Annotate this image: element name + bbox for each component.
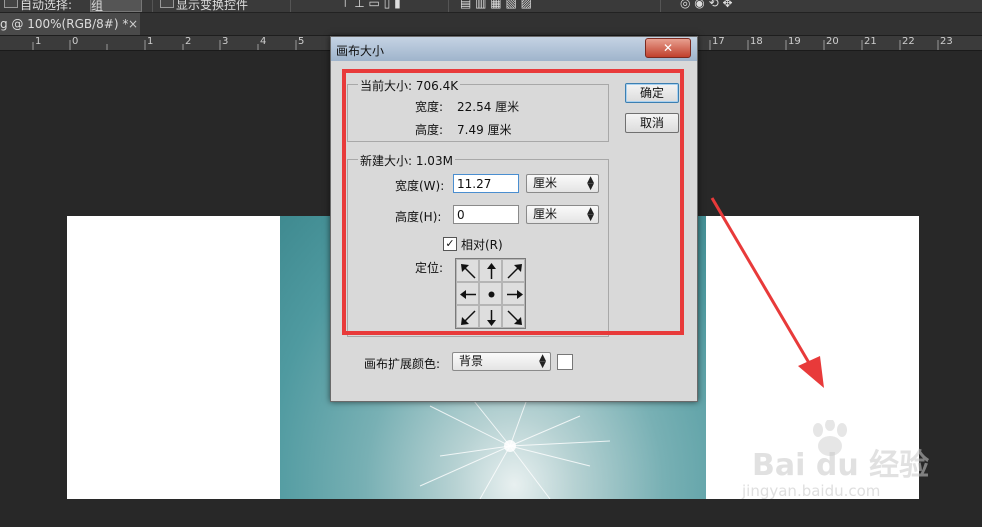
separator	[290, 0, 291, 12]
options-bar: 自动选择: 组 显示变换控件 ⊤ ⊥ ▭ ▯ ▮ ▤ ▥ ▦ ▧ ▨ ◎ ◉ ⟲…	[0, 0, 982, 13]
ruler-label: 0	[72, 36, 79, 47]
ruler-label: 1	[147, 36, 154, 47]
extension-color-value: 背景	[459, 354, 484, 368]
dialog-title: 画布大小	[336, 44, 385, 58]
ruler-label: 17	[712, 36, 725, 47]
auto-select-checkbox[interactable]	[4, 0, 18, 8]
separator	[448, 0, 449, 12]
close-icon[interactable]: ✕	[645, 38, 691, 58]
ruler-label: 22	[902, 36, 915, 47]
ruler-label: 4	[260, 36, 267, 47]
document-tab-bar: g @ 100%(RGB/8#) * ×	[0, 13, 982, 36]
ruler-label: 20	[826, 36, 839, 47]
extension-color-select[interactable]: 背景 ▲ ▼	[452, 352, 551, 371]
close-icon[interactable]: ×	[128, 13, 138, 35]
baidu-watermark: Bai du 经验	[752, 448, 930, 483]
baidu-watermark-url: jingyan.baidu.com	[742, 482, 881, 500]
canvas-size-dialog: 画布大小 ✕ 当前大小: 706.4K 宽度: 22.54 厘米 高度: 7.4…	[330, 36, 698, 402]
extension-color-label: 画布扩展颜色:	[364, 357, 441, 371]
align-icons[interactable]: ⊤ ⊥ ▭ ▯ ▮	[340, 0, 401, 10]
show-transform-checkbox[interactable]	[160, 0, 174, 8]
ruler-label: 1	[35, 36, 42, 47]
separator	[152, 0, 153, 12]
document-tab[interactable]: g @ 100%(RGB/8#) * ×	[0, 13, 140, 35]
extension-color-swatch[interactable]	[557, 354, 573, 370]
document-tab-title: g @ 100%(RGB/8#) *	[0, 17, 129, 31]
dialog-titlebar[interactable]: 画布大小 ✕	[331, 37, 697, 61]
ruler-label: 23	[940, 36, 953, 47]
distribute-icons[interactable]: ▤ ▥ ▦ ▧ ▨	[460, 0, 532, 10]
ruler-label: 18	[750, 36, 763, 47]
ruler-label: 21	[864, 36, 877, 47]
layer-dropdown[interactable]: 组	[90, 0, 142, 12]
cancel-button[interactable]: 取消	[625, 113, 679, 133]
separator	[660, 0, 661, 12]
highlight-frame	[342, 69, 684, 335]
chevron-updown-icon: ▲ ▼	[539, 353, 546, 370]
ruler-label: 2	[185, 36, 192, 47]
ok-button[interactable]: 确定	[625, 83, 679, 103]
show-transform-label: 显示变换控件	[176, 0, 249, 12]
auto-select-label: 自动选择:	[20, 0, 73, 12]
ruler-label: 5	[298, 36, 305, 47]
3d-mode-icons[interactable]: ◎ ◉ ⟲ ✥	[680, 0, 733, 10]
annotation-arrow-icon	[710, 197, 824, 388]
ruler-label: 3	[222, 36, 229, 47]
ruler-label: 19	[788, 36, 801, 47]
